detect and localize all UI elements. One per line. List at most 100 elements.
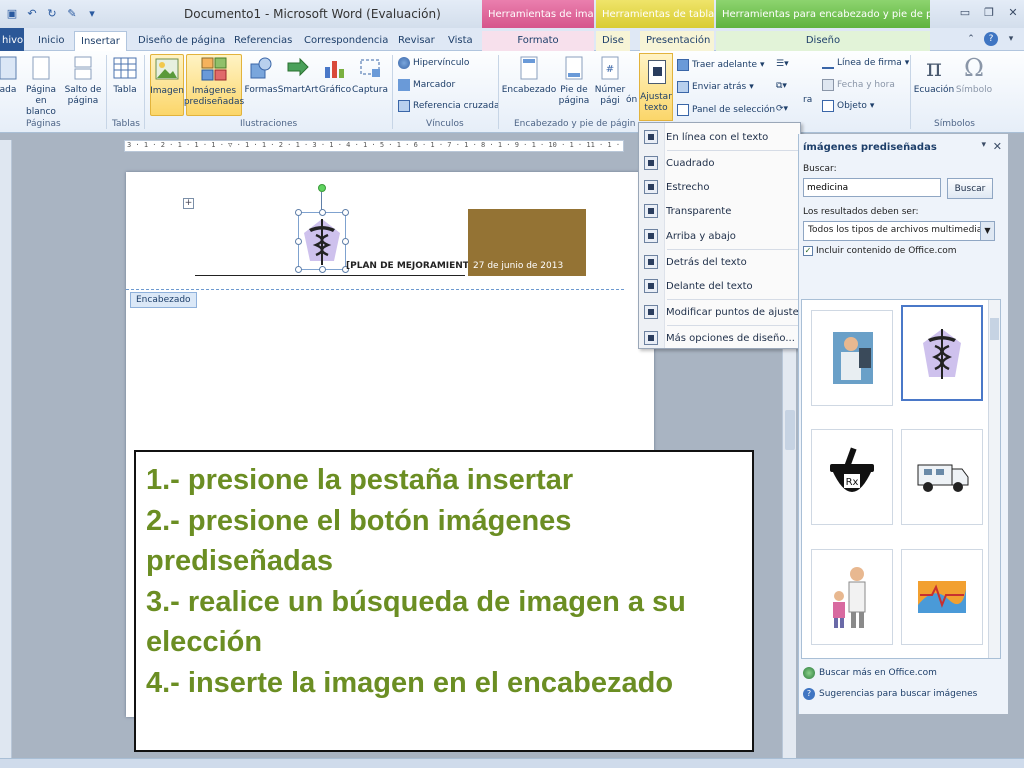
menu-item-more-layout[interactable]: Más opciones de diseño... [639, 327, 800, 349]
redo-icon[interactable]: ↻ [44, 5, 60, 21]
resize-handle[interactable] [342, 209, 349, 216]
menu-item-tight[interactable]: Estrecho [639, 176, 800, 198]
search-button[interactable]: Buscar [947, 178, 993, 199]
image-button[interactable]: Imagen [150, 54, 184, 116]
clip-art-button[interactable]: Imágenes prediseñadas [184, 54, 244, 116]
wrap-through-icon [644, 204, 658, 218]
tab-referencias[interactable]: Referencias [228, 31, 298, 51]
dropdown-arrow-icon: ▾ [904, 58, 910, 68]
edit-icon[interactable]: ✎ [64, 5, 80, 21]
tab-diseno-tabla[interactable]: Dise [596, 31, 630, 51]
selected-header-image[interactable] [295, 209, 349, 273]
minimize-icon[interactable]: ▭ [958, 6, 972, 20]
tab-vista[interactable]: Vista [442, 31, 479, 51]
scroll-thumb[interactable] [990, 318, 999, 340]
tab-insertar[interactable]: Insertar [74, 31, 127, 51]
cross-reference-button[interactable]: Referencia cruzada [398, 100, 499, 112]
rx-mortar-clipart[interactable]: Rx [811, 429, 893, 525]
rotate-button[interactable]: ⟳▾ [776, 104, 788, 114]
pane-options-icon[interactable]: ▾ [981, 140, 986, 150]
bring-forward-button[interactable]: Traer adelante ▾ [677, 59, 765, 71]
results-type-select[interactable]: Todos los tipos de archivos multimedia ▼ [803, 221, 995, 241]
collapse-ribbon-icon[interactable]: ⌃ [964, 32, 978, 46]
page-number-button[interactable]: # Númer pági [594, 54, 626, 107]
customize-icon[interactable]: ▾ [84, 5, 100, 21]
wrap-text-button[interactable]: Ajustar texto [639, 53, 673, 121]
doctor-clipart[interactable] [811, 310, 893, 406]
table-button[interactable]: Tabla [110, 54, 140, 96]
resize-handle[interactable] [295, 238, 302, 245]
tab-presentacion[interactable]: Presentación [640, 31, 714, 51]
close-pane-icon[interactable]: ✕ [993, 140, 1002, 153]
resize-handle[interactable] [319, 209, 326, 216]
ambulance-clipart[interactable] [901, 429, 983, 525]
results-scrollbar[interactable] [988, 300, 1000, 658]
menu-item-in-front[interactable]: Delante del texto [639, 275, 800, 297]
hyperlink-button[interactable]: Hipervínculo [398, 57, 469, 69]
header-date-text[interactable]: 27 de junio de 2013 [473, 261, 563, 271]
tab-formato[interactable]: Formato [482, 31, 594, 51]
screenshot-button[interactable]: Captura [352, 54, 388, 96]
search-tips-link[interactable]: ? Sugerencias para buscar imágenes [803, 688, 977, 700]
partial-button[interactable]: ra [803, 95, 812, 105]
tab-diseno-pagina[interactable]: Diseño de página [132, 31, 231, 51]
more-office-link[interactable]: Buscar más en Office.com [803, 667, 937, 679]
expand-icon[interactable]: ▾ [1004, 32, 1018, 46]
include-office-checkbox[interactable]: ✓ Incluir contenido de Office.com [803, 246, 957, 256]
tab-revisar[interactable]: Revisar [392, 31, 441, 51]
menu-item-inline[interactable]: En línea con el texto [639, 126, 800, 148]
selection-pane-button[interactable]: Panel de selección [677, 104, 775, 116]
menu-item-square[interactable]: Cuadrado [639, 152, 800, 174]
equation-button[interactable]: π Ecuación [912, 54, 956, 96]
bookmark-button[interactable]: Marcador [398, 79, 455, 91]
menu-item-edit-wrap-points[interactable]: Modificar puntos de ajuste [639, 301, 800, 323]
smartart-button[interactable]: SmartArt [278, 54, 318, 96]
restore-icon[interactable]: ❐ [982, 6, 996, 20]
align-button[interactable]: ☰▾ [776, 59, 789, 69]
tab-diseno-encabezado[interactable]: Diseño [716, 31, 930, 51]
group-separator [910, 55, 911, 129]
position-button-partial[interactable]: ón [626, 95, 637, 105]
resize-handle[interactable] [342, 238, 349, 245]
caduceus-clipart[interactable] [901, 305, 983, 401]
send-backward-button[interactable]: Enviar atrás ▾ [677, 81, 754, 93]
object-button[interactable]: Objeto ▾ [822, 100, 874, 112]
page-break-button[interactable]: Salto de página [62, 54, 104, 107]
page-break-icon [70, 54, 96, 82]
menu-item-top-bottom[interactable]: Arriba y abajo [639, 225, 800, 247]
search-input[interactable] [803, 178, 941, 197]
blank-page-button[interactable]: Página en blanco [20, 54, 62, 118]
align-icon: ☰▾ [776, 59, 789, 69]
tab-inicio[interactable]: Inicio [32, 31, 70, 51]
medical-abstract-clipart[interactable] [901, 549, 983, 645]
pi-icon: π [926, 53, 942, 82]
clip-art-results: Rx [801, 299, 1001, 659]
group-objects-button[interactable]: ⧉▾ [776, 81, 787, 91]
tab-archivo[interactable]: hivo [0, 28, 24, 51]
save-icon[interactable]: ▣ [4, 5, 20, 21]
resize-handle[interactable] [295, 266, 302, 273]
menu-item-behind[interactable]: Detrás del texto [639, 251, 800, 273]
move-anchor-icon[interactable]: + [183, 198, 194, 209]
resize-handle[interactable] [295, 209, 302, 216]
rotation-handle[interactable] [318, 184, 326, 192]
menu-item-through[interactable]: Transparente [639, 200, 800, 222]
symbol-button[interactable]: Ω Símbolo [956, 54, 992, 96]
nurse-child-clipart[interactable] [811, 549, 893, 645]
send-backward-icon [677, 81, 689, 93]
close-icon[interactable]: ✕ [1006, 6, 1020, 20]
scroll-thumb[interactable] [785, 410, 795, 450]
header-button[interactable]: Encabezado [502, 54, 556, 96]
date-time-button[interactable]: Fecha y hora [822, 79, 895, 91]
cover-page-button[interactable]: ada [0, 54, 20, 96]
header-title-text[interactable]: [PLAN DE MEJORAMIENTO] [346, 261, 481, 271]
footer-button[interactable]: Pie de página [556, 54, 592, 107]
undo-icon[interactable]: ↶ [24, 5, 40, 21]
signature-line-button[interactable]: Línea de firma ▾ [822, 57, 909, 69]
help-icon[interactable]: ? [984, 32, 998, 46]
chart-button[interactable]: Gráfico [318, 54, 352, 96]
header-date-box[interactable]: 27 de junio de 2013 [468, 209, 586, 276]
shapes-button[interactable]: Formas [244, 54, 278, 96]
resize-handle[interactable] [319, 266, 326, 273]
tab-correspondencia[interactable]: Correspondencia [298, 31, 394, 51]
